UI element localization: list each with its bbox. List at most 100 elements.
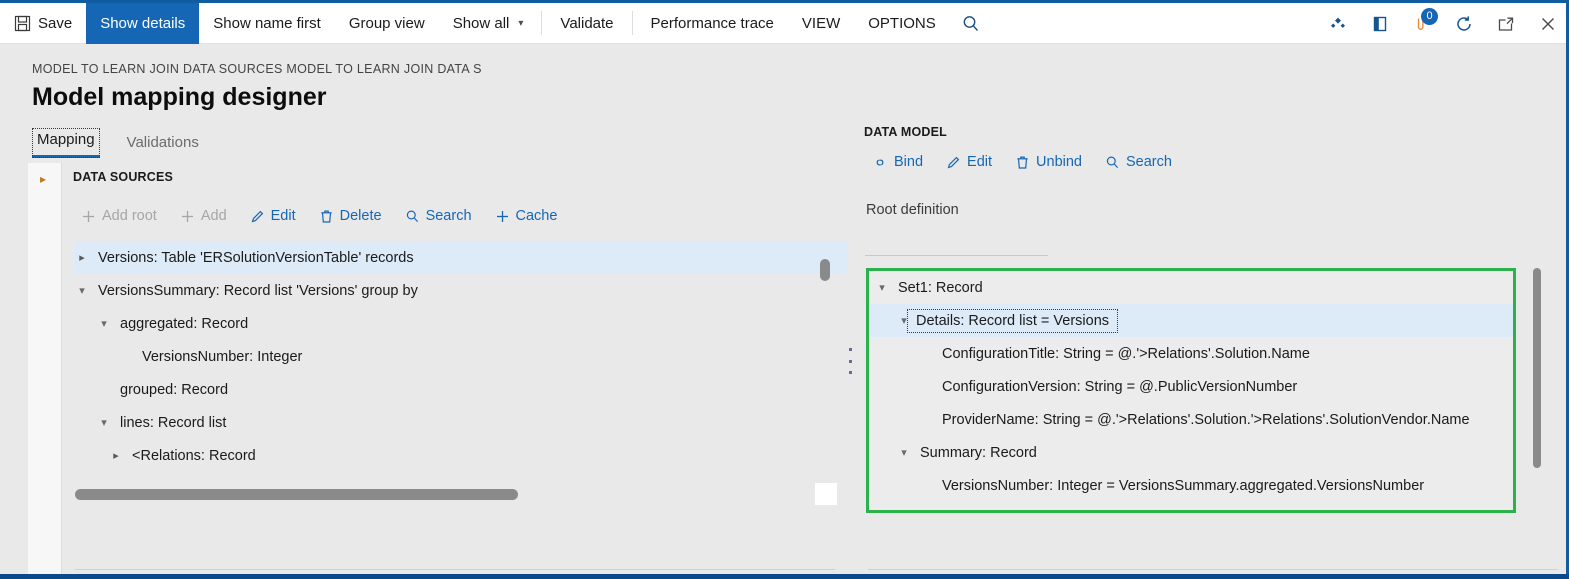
search-data-source-label: Search (425, 208, 472, 224)
group-view-button[interactable]: Group view (335, 3, 439, 44)
chevron-right-icon[interactable]: ▸ (108, 449, 124, 462)
plus-icon (180, 209, 195, 224)
tree-row[interactable]: ▸ VersionsNumber: Integer (74, 340, 847, 373)
show-details-label: Show details (100, 15, 186, 32)
book-icon (1370, 14, 1390, 34)
save-label: Save (38, 15, 73, 32)
tree-row[interactable]: ▾ Set1: Record (869, 271, 1513, 304)
refresh-icon (1454, 14, 1474, 34)
tree-spacer-icon: ▸ (918, 380, 934, 393)
chevron-down-icon[interactable]: ▾ (74, 284, 90, 297)
page-title: Model mapping designer (32, 83, 327, 111)
tree-row[interactable]: ▸ VersionsNumber: Integer = VersionsSumm… (869, 469, 1513, 502)
popout-icon (1496, 14, 1516, 34)
tree-row[interactable]: ▸ ProviderName: String = @.'>Relations'.… (869, 403, 1513, 436)
tree-row[interactable]: ▾ Details: Record list = Versions (869, 304, 1513, 337)
tree-row-label: ProviderName: String = @.'>Relations'.So… (942, 411, 1470, 428)
save-button[interactable]: Save (0, 3, 86, 44)
tab-validations-label: Validations (126, 134, 199, 151)
tree-row[interactable]: ▾ lines: Record list (74, 406, 847, 439)
view-menu-button[interactable]: VIEW (788, 3, 854, 44)
search-model-label: Search (1125, 154, 1172, 170)
chevron-down-icon: ▾ (518, 18, 524, 29)
splitter-dot (848, 371, 852, 374)
tab-validations[interactable]: Validations (122, 131, 204, 158)
add-root-label: Add root (102, 208, 157, 224)
data-sources-tree: ▸ Versions: Table 'ERSolutionVersionTabl… (74, 241, 847, 471)
pencil-icon (250, 209, 265, 224)
cache-button[interactable]: Cache (486, 205, 567, 227)
search-data-source-button[interactable]: Search (396, 205, 481, 227)
popout-icon-button[interactable] (1485, 3, 1527, 44)
command-bar: Save Show details Show name first Group … (0, 3, 1569, 44)
delete-data-source-button[interactable]: Delete (310, 205, 391, 227)
chevron-right-icon[interactable]: ▸ (74, 251, 90, 264)
search-button[interactable] (950, 3, 992, 44)
tab-mapping[interactable]: Mapping (32, 128, 100, 158)
performance-trace-label: Performance trace (650, 15, 774, 32)
tree-row[interactable]: ▾ Summary: Record (869, 436, 1513, 469)
chevron-down-icon[interactable]: ▾ (896, 446, 912, 459)
chevron-right-icon: ▸ (40, 172, 47, 186)
tree-row-label: VersionsSummary: Record list 'Versions' … (98, 282, 418, 299)
validate-button[interactable]: Validate (546, 3, 627, 44)
edit-model-button[interactable]: Edit (937, 151, 1001, 173)
annotations-icon-button[interactable]: 0 (1401, 3, 1443, 44)
book-icon-button[interactable] (1359, 3, 1401, 44)
tree-row[interactable]: ▸ ConfigurationVersion: String = @.Publi… (869, 370, 1513, 403)
search-icon (405, 209, 420, 224)
scrollbar-thumb[interactable] (75, 489, 518, 500)
bottom-accent-bar (0, 574, 1569, 579)
data-sources-heading: DATA SOURCES (73, 170, 174, 184)
delete-data-source-label: Delete (339, 208, 382, 224)
tree-row-label: ConfigurationVersion: String = @.PublicV… (942, 378, 1298, 395)
tree-row[interactable]: ▾ aggregated: Record (74, 307, 847, 340)
breadcrumb[interactable]: MODEL TO LEARN JOIN DATA SOURCES MODEL T… (32, 62, 482, 76)
search-icon (961, 14, 981, 34)
search-model-button[interactable]: Search (1096, 151, 1181, 173)
tree-row-label: Set1: Record (898, 279, 983, 296)
resize-grip[interactable] (815, 483, 837, 505)
options-menu-button[interactable]: OPTIONS (854, 3, 950, 44)
performance-trace-button[interactable]: Performance trace (637, 3, 788, 44)
data-model-vertical-scrollbar[interactable] (1533, 268, 1541, 468)
left-pane-bottom-rule (75, 569, 835, 570)
root-definition-label: Root definition (866, 202, 959, 218)
tree-row-label: VersionsNumber: Integer = VersionsSummar… (942, 477, 1425, 494)
data-model-heading: DATA MODEL (864, 125, 948, 139)
data-sources-horizontal-scrollbar[interactable] (75, 489, 810, 500)
command-bar-separator-1 (541, 11, 543, 35)
show-all-dropdown[interactable]: Show all ▾ (439, 3, 538, 44)
diamond-settings-icon-button[interactable] (1317, 3, 1359, 44)
refresh-icon-button[interactable] (1443, 3, 1485, 44)
edit-data-source-button[interactable]: Edit (241, 205, 305, 227)
chevron-down-icon[interactable]: ▾ (874, 281, 890, 294)
tab-mapping-label: Mapping (37, 131, 95, 148)
pane-splitter-handle[interactable] (845, 348, 855, 374)
data-sources-vertical-scrollbar[interactable] (820, 259, 830, 281)
show-name-first-label: Show name first (213, 15, 321, 32)
show-details-button[interactable]: Show details (86, 3, 200, 44)
tree-row-label: Summary: Record (920, 444, 1037, 461)
show-name-first-button[interactable]: Show name first (199, 3, 335, 44)
group-view-label: Group view (348, 15, 425, 32)
command-bar-spacer (992, 3, 1317, 43)
tree-spacer-icon: ▸ (918, 413, 934, 426)
tree-spacer-icon: ▸ (118, 350, 134, 363)
left-panel-collapse-strip[interactable]: ▸ (28, 163, 62, 574)
close-icon-button[interactable] (1527, 3, 1569, 44)
tree-row[interactable]: ▸ Versions: Table 'ERSolutionVersionTabl… (74, 241, 847, 274)
tree-row-label: <Relations: Record (132, 447, 256, 464)
data-model-pane: DATA MODEL Bind Edit Unbind Search Root … (862, 120, 1559, 574)
chevron-down-icon[interactable]: ▾ (96, 317, 112, 330)
add-root-button[interactable]: Add root (72, 205, 166, 227)
chevron-down-icon[interactable]: ▾ (96, 416, 112, 429)
unbind-button[interactable]: Unbind (1006, 151, 1091, 173)
bind-button[interactable]: Bind (863, 151, 932, 173)
tree-row[interactable]: ▸ <Relations: Record (74, 439, 847, 471)
add-button[interactable]: Add (171, 205, 236, 227)
tree-row[interactable]: ▸ grouped: Record (74, 373, 847, 406)
command-bar-separator-2 (631, 11, 633, 35)
tree-row[interactable]: ▸ ConfigurationTitle: String = @.'>Relat… (869, 337, 1513, 370)
tree-row[interactable]: ▾ VersionsSummary: Record list 'Versions… (74, 274, 847, 307)
